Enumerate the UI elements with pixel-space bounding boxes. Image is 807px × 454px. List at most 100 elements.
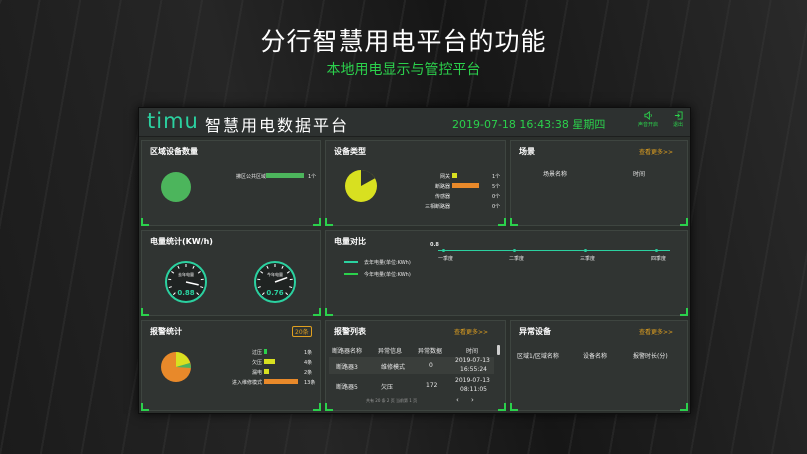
exit-icon	[674, 111, 683, 120]
row-date: 2019-07-13	[455, 377, 490, 384]
row-data: 0	[429, 362, 433, 369]
series-point	[442, 249, 445, 252]
region-pie-slice	[161, 172, 191, 202]
slide-subtitle: 本地用电显示与管控平台	[326, 62, 481, 78]
table-row[interactable]: 断路器3 维修模式 0 2019-07-13 16:55:24	[329, 357, 494, 374]
region-item-bar	[266, 173, 304, 178]
device-type-bar	[452, 173, 458, 178]
panel-abnormal-devices: 异常设备 查看更多>> 区域1/区域名称 设备名称 报警时长(分)	[510, 320, 688, 411]
scene-col-time: 时间	[633, 171, 646, 178]
series-line	[438, 250, 670, 251]
gauge: 今年电量 0.76	[254, 261, 296, 303]
gauge-value: 0.76	[266, 289, 283, 297]
x-tick-label: 二季度	[509, 256, 525, 262]
panel-device-types: 设备类型 网关 1个 断路器 5个 传感器 0个 三相断路器 0个	[325, 140, 506, 226]
series-point	[513, 249, 516, 252]
panel-title: 设备类型	[334, 147, 366, 156]
device-type-label: 网关	[439, 174, 450, 180]
device-type-label: 三相断路器	[424, 204, 450, 210]
legend-line-this-year	[344, 273, 358, 275]
alarm-type-label: 漏电	[251, 370, 262, 376]
gauge-caption: 今年电量	[267, 271, 283, 277]
gauge-value: 0.88	[177, 289, 194, 297]
panel-title: 场景	[519, 147, 535, 156]
x-tick-label: 三季度	[580, 256, 596, 262]
speaker-icon	[643, 111, 652, 120]
alarm-type-bar	[264, 359, 275, 364]
device-type-count: 5个	[492, 184, 501, 190]
x-tick-label: 一季度	[438, 256, 454, 262]
panel-region-devices: 区域设备数量 拂区公共区域 1个	[141, 140, 321, 226]
scene-col-name: 场景名称	[543, 171, 568, 178]
panel-power-compare: 电量对比 去年电量(单位:KWh) 今年电量(单位:KWh) 0.8 一季度 二季…	[325, 230, 688, 316]
alarm-type-bar	[264, 369, 270, 374]
alarm-type-label: 进入维修模式	[231, 380, 262, 386]
gauge: 去年电量 0.88	[165, 261, 207, 303]
device-type-count: 0个	[492, 204, 501, 210]
alarm-type-bar	[264, 349, 267, 354]
panel-power-stats: 电量统计(KW/h) 去年电量 0.88 今年电量 0.76	[141, 230, 321, 316]
row-info: 欠压	[381, 384, 394, 391]
alarm-type-bar	[264, 379, 298, 384]
abnormal-col-region: 区域1/区域名称	[517, 353, 559, 360]
legend-this-year: 今年电量(单位:KWh)	[364, 272, 411, 278]
logo: timu	[147, 109, 199, 133]
device-type-count: 1个	[492, 174, 501, 180]
x-tick-label: 四季度	[651, 256, 667, 262]
abnormal-more-link[interactable]: 查看更多>>	[639, 327, 673, 336]
exit-label: 退出	[672, 122, 683, 128]
slide-title: 分行智慧用电平台的功能	[260, 27, 547, 56]
device-type-label: 传感器	[434, 194, 450, 200]
dashboard-window: timu 智慧用电数据平台 2019-07-18 16:43:38 星期四 声音…	[138, 107, 691, 414]
legend-line-last-year	[344, 261, 358, 263]
scene-more-link[interactable]: 查看更多>>	[639, 147, 673, 156]
panel-title: 电量对比	[334, 237, 366, 246]
alarm-col-time: 时间	[466, 348, 479, 355]
alarm-type-label: 欠压	[251, 360, 262, 366]
datetime: 2019-07-18 16:43:38 星期四	[452, 118, 606, 131]
device-type-bar	[452, 183, 479, 188]
scrollbar[interactable]	[497, 345, 500, 355]
series-point	[655, 249, 658, 252]
next-page-button[interactable]: ›	[471, 396, 474, 404]
legend-last-year: 去年电量(单位:KWh)	[364, 260, 411, 266]
power-gauges: 去年电量 0.88 今年电量 0.76	[165, 261, 296, 303]
panel-title: 报警列表	[334, 327, 366, 336]
panel-title: 异常设备	[519, 327, 551, 336]
device-type-pie-chart	[345, 170, 377, 202]
abnormal-col-device: 设备名称	[583, 353, 608, 360]
alarm-more-link[interactable]: 查看更多>>	[454, 327, 488, 336]
row-name: 断路器3	[336, 364, 358, 371]
panel-title: 区域设备数量	[150, 147, 198, 156]
row-time: 08:11:05	[460, 386, 487, 393]
pager-info: 共有 20 条 2 页 当前第 1 页	[366, 398, 418, 403]
abnormal-col-duration: 报警时长(分)	[633, 353, 668, 360]
panel-alarm-stats: 报警统计 20条 过压 1条 欠压 4条 漏电 2条 进入维修模式 13条	[141, 320, 321, 411]
panel-title: 电量统计(KW/h)	[150, 237, 213, 246]
sound-label: 声音开启	[637, 122, 658, 128]
region-item-label: 拂区公共区域	[236, 174, 267, 180]
table-row[interactable]: 断路器5 欠压 172 2019-07-13 08:11:05	[329, 377, 494, 394]
panel-title: 报警统计	[150, 327, 182, 336]
alarm-type-count: 2条	[304, 370, 313, 376]
y-tick-label: 0.8	[430, 242, 439, 248]
row-date: 2019-07-13	[455, 357, 490, 364]
region-pie-chart	[161, 172, 191, 202]
row-info: 维修模式	[381, 364, 406, 371]
panel-scene: 场景 查看更多>> 场景名称 时间	[510, 140, 688, 226]
alarm-type-count: 13条	[304, 380, 316, 386]
series-point	[584, 249, 587, 252]
alarm-type-label: 过压	[251, 350, 262, 356]
row-name: 断路器5	[336, 384, 358, 391]
device-type-count: 0个	[492, 194, 501, 200]
top-bar: timu 智慧用电数据平台 2019-07-18 16:43:38 星期四 声音…	[139, 108, 690, 137]
device-type-label: 断路器	[434, 184, 450, 190]
exit-button[interactable]: 退出	[665, 111, 691, 128]
app-title: 智慧用电数据平台	[205, 116, 350, 135]
sound-button[interactable]: 声音开启	[635, 111, 661, 128]
row-time: 16:55:24	[460, 366, 487, 373]
prev-page-button[interactable]: ‹	[456, 396, 459, 404]
alarm-col-info: 异常信息	[378, 348, 403, 355]
alarm-type-count: 4条	[304, 360, 313, 366]
alarm-col-data: 异常数据	[418, 348, 443, 355]
